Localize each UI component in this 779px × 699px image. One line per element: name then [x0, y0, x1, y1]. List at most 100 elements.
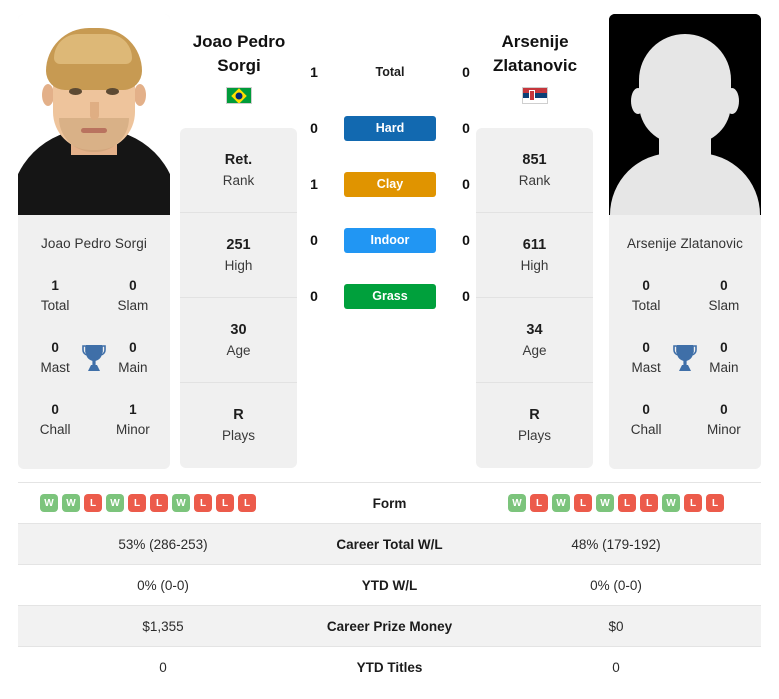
titles-minor-value-left: 1 [129, 401, 137, 417]
info-rank-label-left: Rank [222, 172, 255, 188]
player-name-left[interactable]: Joao Pedro Sorgi [159, 30, 319, 105]
player-name-left-line1: Joao Pedro [192, 32, 286, 51]
h2h-left-value-clay: 1 [310, 176, 318, 192]
table-row: W W L W L L W L L L Form W L W L W L L W L L [18, 482, 761, 523]
info-age-label-right: Age [522, 342, 547, 358]
h2h-left-value-grass: 0 [310, 288, 318, 304]
h2h-right-value-total: 0 [462, 64, 470, 80]
table-row-label-text: YTD W/L [361, 577, 418, 593]
trophy-icon [669, 343, 700, 373]
ytd_titles-left: 0 [18, 660, 308, 675]
titles-slam-value-right: 0 [720, 277, 728, 293]
titles-total-value-left: 1 [51, 277, 59, 293]
table-row-label-text: Career Prize Money [326, 618, 453, 634]
titles-minor-left: 1 Minor [110, 400, 156, 441]
form-badge-loss[interactable]: L [194, 494, 212, 512]
career_total_wl-left: 53% (286-253) [18, 537, 308, 552]
h2h-right-value-clay: 0 [462, 176, 470, 192]
info-rank-label-right: Rank [518, 172, 551, 188]
info-age-value-right: 34 [526, 321, 543, 338]
career_prize_money-value-right: $0 [608, 618, 624, 634]
career_total_wl-right: 48% (179-192) [471, 537, 761, 552]
table-row: 0 YTD Titles 0 [18, 646, 761, 687]
player-name-right-line1: Arsenije [501, 32, 569, 51]
career_total_wl-value-right: 48% (179-192) [571, 536, 661, 552]
table-row-label: YTD W/L [308, 578, 471, 593]
h2h-label-clay[interactable]: Clay [344, 171, 436, 197]
titles-stats-left: 1 Total 0 Slam 0 Mast 0 Main 0 Chall 1 M… [18, 251, 170, 469]
info-rank-value-left: Ret. [224, 151, 253, 168]
form-badge-loss[interactable]: L [574, 494, 592, 512]
ytd_titles-value-left: 0 [159, 659, 167, 675]
info-rank-left: Ret. Rank [180, 128, 297, 213]
player-card-right[interactable]: Arsenije Zlatanovic 0 Total 0 Slam 0 Mas… [609, 14, 761, 469]
form-badge-win[interactable]: W [40, 494, 58, 512]
form-badge-win[interactable]: W [508, 494, 526, 512]
form-badge-loss[interactable]: L [150, 494, 168, 512]
form-badge-loss[interactable]: L [530, 494, 548, 512]
table-row-label: Career Prize Money [308, 619, 471, 634]
form-badge-win[interactable]: W [172, 494, 190, 512]
player-info-panel-left: Ret. Rank 251 High 30 Age R Plays [180, 128, 297, 468]
form-badge-loss[interactable]: L [684, 494, 702, 512]
h2h-row-hard: 0 Hard 0 [300, 114, 480, 142]
form-badge-loss[interactable]: L [618, 494, 636, 512]
titles-main-left: 0 Main [110, 338, 156, 379]
form-badge-loss[interactable]: L [128, 494, 146, 512]
info-high-label-left: High [224, 257, 253, 273]
form-list-left: WWLWLLWLLL [40, 494, 256, 512]
titles-main-value-left: 0 [129, 339, 137, 355]
h2h-row-indoor: 0 Indoor 0 [300, 226, 480, 254]
form-badge-win[interactable]: W [62, 494, 80, 512]
titles-main-label-right: Main [709, 360, 739, 375]
ytd_wl-value-left: 0% (0-0) [137, 577, 189, 593]
titles-total-left: 1 Total [32, 276, 78, 317]
info-high-right: 611 High [476, 213, 593, 298]
h2h-label-hard[interactable]: Hard [344, 115, 436, 141]
titles-minor-label-left: Minor [115, 422, 150, 437]
h2h-right-value-indoor: 0 [462, 232, 470, 248]
form-badge-loss[interactable]: L [640, 494, 658, 512]
titles-mast-value-left: 0 [51, 339, 59, 355]
titles-chall-left: 0 Chall [32, 400, 78, 441]
form-badge-loss[interactable]: L [706, 494, 724, 512]
h2h-right-value-grass: 0 [462, 288, 470, 304]
form-badge-win[interactable]: W [662, 494, 680, 512]
form-badge-loss[interactable]: L [216, 494, 234, 512]
titles-chall-label-left: Chall [39, 422, 71, 437]
info-age-value-left: 30 [230, 321, 247, 338]
career_prize_money-left: $1,355 [18, 619, 308, 634]
form-badge-loss[interactable]: L [84, 494, 102, 512]
form-badge-win[interactable]: W [106, 494, 124, 512]
titles-slam-right: 0 Slam [701, 276, 747, 317]
titles-chall-value-left: 0 [51, 401, 59, 417]
table-row: 53% (286-253) Career Total W/L 48% (179-19… [18, 523, 761, 564]
titles-main-label-left: Main [118, 360, 148, 375]
titles-slam-value-left: 0 [129, 277, 137, 293]
info-plays-left: R Plays [180, 383, 297, 468]
table-row-label: YTD Titles [308, 660, 471, 675]
head-to-head-column: 1 Total 0 0 Hard 0 1 Clay 0 0 Indoor 0 0 Grass 0 [300, 58, 480, 310]
comparison-header: Joao Pedro Sorgi 1 Total 0 Slam 0 Mast 0… [0, 0, 779, 472]
form-cell-left: WWLWLLWLLL [18, 494, 308, 512]
info-plays-right: R Plays [476, 383, 593, 468]
form-badge-win[interactable]: W [552, 494, 570, 512]
ytd_wl-left: 0% (0-0) [18, 578, 308, 593]
table-row-label: Career Total W/L [308, 537, 471, 552]
titles-slam-label-left: Slam [117, 298, 149, 313]
titles-stats-right: 0 Total 0 Slam 0 Mast 0 Main 0 Chall 0 M… [609, 251, 761, 469]
form-badge-loss[interactable]: L [238, 494, 256, 512]
info-plays-label-left: Plays [221, 428, 255, 444]
h2h-label-indoor[interactable]: Indoor [344, 227, 436, 253]
form-badge-win[interactable]: W [596, 494, 614, 512]
player-info-panel-right: 851 Rank 611 High 34 Age R Plays [476, 128, 593, 468]
table-row: 0% (0-0) YTD W/L 0% (0-0) [18, 564, 761, 605]
h2h-label-grass[interactable]: Grass [344, 283, 436, 309]
titles-minor-value-right: 0 [720, 401, 728, 417]
titles-mast-left: 0 Mast [32, 338, 78, 379]
player-card-left[interactable]: Joao Pedro Sorgi 1 Total 0 Slam 0 Mast 0… [18, 14, 170, 469]
ytd_titles-right: 0 [471, 660, 761, 675]
info-high-left: 251 High [180, 213, 297, 298]
titles-main-right: 0 Main [701, 338, 747, 379]
ytd_titles-value-right: 0 [612, 659, 620, 675]
